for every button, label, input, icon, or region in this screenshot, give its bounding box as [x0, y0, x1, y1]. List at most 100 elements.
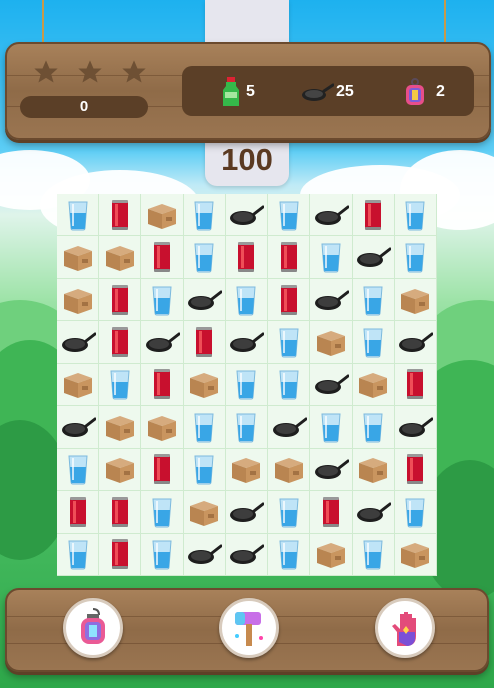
tile-pan[interactable] [310, 363, 353, 407]
tile-glass[interactable] [352, 278, 395, 322]
tile-can[interactable] [99, 278, 142, 322]
tile-glass[interactable] [268, 491, 311, 534]
tile-pan[interactable] [57, 321, 100, 364]
tile-glass[interactable] [141, 278, 184, 322]
tile-box[interactable] [57, 236, 100, 279]
tile-can[interactable] [141, 448, 184, 492]
hammer-booster-button[interactable] [219, 598, 279, 658]
tile-box[interactable] [57, 363, 100, 407]
tile-glass[interactable] [394, 491, 437, 534]
tile-glass[interactable] [352, 406, 395, 449]
tile-pan[interactable] [57, 406, 100, 449]
tile-pan[interactable] [225, 194, 269, 237]
tile-box[interactable] [352, 448, 395, 492]
tile-box[interactable] [99, 448, 142, 492]
pan-icon [314, 459, 349, 480]
tile-glass[interactable] [141, 533, 184, 576]
tile-pan[interactable] [268, 406, 311, 449]
tile-pan[interactable] [225, 321, 269, 364]
tile-can[interactable] [268, 278, 311, 322]
tile-can[interactable] [352, 194, 395, 237]
tile-pan[interactable] [183, 533, 226, 576]
tile-box[interactable] [57, 278, 100, 322]
tile-can[interactable] [394, 363, 437, 407]
tile-pan[interactable] [352, 491, 395, 534]
tile-glass[interactable] [141, 491, 184, 534]
can-icon [69, 496, 86, 527]
tile-pan[interactable] [310, 278, 353, 322]
tile-can[interactable] [57, 491, 100, 534]
tile-can[interactable] [225, 236, 269, 279]
tile-pan[interactable] [394, 406, 437, 449]
tile-can[interactable] [310, 491, 353, 534]
box-icon [401, 288, 430, 314]
tile-box[interactable] [352, 363, 395, 407]
glass-icon [152, 498, 172, 528]
tile-box[interactable] [394, 533, 437, 576]
tile-can[interactable] [99, 321, 142, 364]
tile-pan[interactable] [183, 278, 226, 322]
tile-glass[interactable] [183, 406, 226, 449]
soda-bottle-icon [223, 77, 239, 106]
tile-can[interactable] [99, 533, 142, 576]
tile-box[interactable] [99, 406, 142, 449]
tile-pan[interactable] [141, 321, 184, 364]
tile-glass[interactable] [268, 321, 311, 364]
tile-box[interactable] [268, 448, 311, 492]
tile-glass[interactable] [183, 236, 226, 279]
game-board[interactable] [57, 194, 437, 576]
tile-glass[interactable] [99, 363, 142, 407]
tile-can[interactable] [141, 363, 184, 407]
tile-box[interactable] [310, 321, 353, 364]
can-icon [154, 242, 171, 273]
tile-pan[interactable] [352, 236, 395, 279]
tile-glass[interactable] [268, 533, 311, 576]
tile-glass[interactable] [352, 533, 395, 576]
lantern-bomb-booster-button[interactable] [63, 598, 123, 658]
tile-pan[interactable] [225, 533, 269, 576]
tile-can[interactable] [141, 236, 184, 279]
pan-icon [399, 332, 434, 353]
tile-box[interactable] [225, 448, 269, 492]
tile-pan[interactable] [310, 194, 353, 237]
tile-glass[interactable] [268, 363, 311, 407]
tile-can[interactable] [183, 321, 226, 364]
tile-glass[interactable] [57, 194, 100, 237]
tile-glass[interactable] [394, 194, 437, 237]
tile-pan[interactable] [394, 321, 437, 364]
tile-glass[interactable] [352, 321, 395, 364]
tile-pan[interactable] [225, 491, 269, 534]
tile-pan[interactable] [310, 448, 353, 492]
tile-box[interactable] [310, 533, 353, 576]
tile-glass[interactable] [268, 194, 311, 237]
glass-icon [236, 286, 257, 316]
tile-glass[interactable] [225, 278, 269, 322]
star-icon [78, 60, 102, 83]
tile-glass[interactable] [225, 363, 269, 407]
tile-glass[interactable] [310, 236, 353, 279]
tile-box[interactable] [183, 363, 226, 407]
tile-glass[interactable] [57, 448, 100, 492]
tile-glass[interactable] [310, 406, 353, 449]
tile-box[interactable] [99, 236, 142, 279]
tile-can[interactable] [99, 491, 142, 534]
box-icon [190, 373, 219, 399]
glass-icon [68, 540, 88, 570]
tile-glass[interactable] [183, 194, 226, 237]
can-icon [154, 369, 171, 400]
tile-box[interactable] [141, 194, 184, 237]
tile-can[interactable] [394, 448, 437, 492]
tile-glass[interactable] [57, 533, 100, 576]
tile-glass[interactable] [183, 448, 226, 492]
tile-box[interactable] [183, 491, 226, 534]
box-icon [105, 458, 134, 484]
magic-hand-booster-button[interactable] [375, 598, 435, 658]
pan-icon [61, 417, 96, 437]
tile-glass[interactable] [225, 406, 269, 449]
tile-box[interactable] [394, 278, 437, 322]
box-icon [105, 246, 134, 272]
tile-box[interactable] [141, 406, 184, 449]
tile-can[interactable] [99, 194, 142, 237]
tile-glass[interactable] [394, 236, 437, 279]
tile-can[interactable] [268, 236, 311, 279]
